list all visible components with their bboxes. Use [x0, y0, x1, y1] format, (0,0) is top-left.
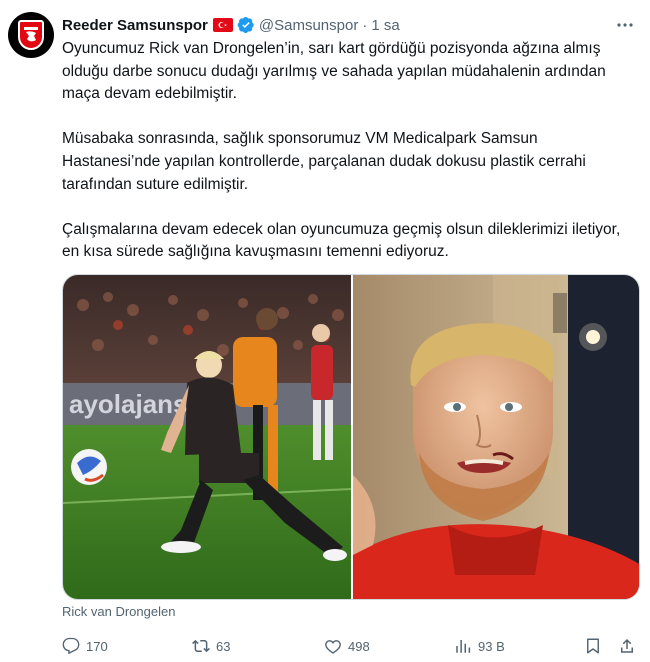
bookmark-icon	[587, 638, 599, 654]
more-options-icon[interactable]	[614, 14, 636, 36]
retweet-count: 63	[216, 638, 231, 654]
reply-button[interactable]: 170	[62, 634, 108, 658]
like-button[interactable]: 498	[324, 634, 370, 658]
share-button[interactable]	[618, 634, 636, 658]
views-icon	[456, 640, 471, 653]
media-grid: ayolajans	[62, 274, 640, 600]
like-icon	[325, 640, 341, 654]
action-bar: 170 63 498 93 B	[62, 634, 642, 658]
injury-photo[interactable]	[353, 275, 639, 599]
like-count: 498	[348, 638, 370, 654]
tweet: Reeder Samsunspor @Samsunspor · 1 sa Oyu…	[0, 0, 650, 662]
display-name[interactable]: Reeder Samsunspor	[62, 17, 208, 34]
reply-icon	[62, 637, 80, 655]
reply-count: 170	[86, 638, 108, 654]
tweet-paragraph: Çalışmalarına devam edecek olan oyuncumu…	[62, 220, 621, 261]
media-caption: Rick van Drongelen	[62, 604, 176, 619]
tweet-header: Reeder Samsunspor @Samsunspor · 1 sa	[62, 14, 400, 36]
tweet-paragraph: Müsabaka sonrasında, sağlık sponsorumuz …	[62, 130, 586, 193]
timestamp[interactable]: 1 sa	[371, 17, 399, 34]
user-handle[interactable]: @Samsunspor	[259, 17, 358, 34]
avatar[interactable]	[8, 12, 54, 58]
separator-dot: ·	[362, 16, 368, 34]
match-photo[interactable]: ayolajans	[63, 275, 352, 599]
bookmark-button[interactable]	[584, 634, 602, 658]
views-count: 93 B	[478, 638, 505, 654]
turkey-flag-icon	[212, 18, 233, 32]
views-button[interactable]: 93 B	[454, 634, 505, 658]
verified-badge-icon	[237, 16, 255, 34]
share-icon	[621, 638, 633, 653]
svg-text:ayolajans: ayolajans	[69, 389, 188, 419]
retweet-icon	[192, 639, 210, 653]
tweet-text: Oyuncumuz Rick van Drongelen’in, sarı ka…	[62, 38, 640, 264]
club-crest-icon	[18, 20, 44, 50]
tweet-paragraph: Oyuncumuz Rick van Drongelen’in, sarı ka…	[62, 40, 606, 103]
retweet-button[interactable]: 63	[192, 634, 230, 658]
